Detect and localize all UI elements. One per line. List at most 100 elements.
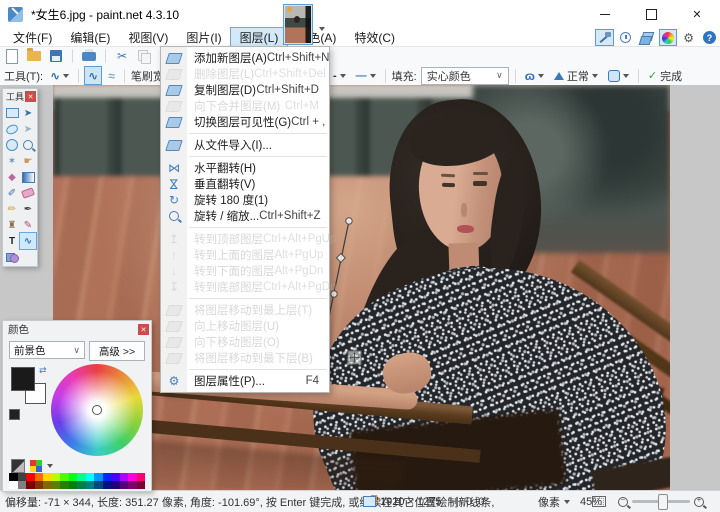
palette-swatch[interactable] xyxy=(94,473,103,481)
palette-swatch[interactable] xyxy=(137,481,146,489)
tool-paintbrush-button[interactable]: ✐ xyxy=(4,185,20,201)
line-handle-nub[interactable] xyxy=(337,254,346,263)
minimize-button[interactable] xyxy=(582,0,628,28)
menu-item-toggle-layer-visibility[interactable]: 切换图层可见性(G)Ctrl + , xyxy=(161,114,329,130)
menu-item-move-layer-to-top[interactable]: 将图层移动到最上层(T) xyxy=(161,302,329,318)
color-mode-select[interactable]: 前景色 ∨ xyxy=(9,341,85,359)
menubar-item-5[interactable]: 图层(L) xyxy=(231,28,288,46)
bezier-mode-button[interactable]: ≈ xyxy=(105,67,118,84)
swap-colors-icon[interactable]: ⇄ xyxy=(39,365,47,376)
menu-item-go-to-layer-below[interactable]: ↓转到下面的图层Alt+PgDn xyxy=(161,263,329,279)
palette-swatch[interactable] xyxy=(137,473,146,481)
add-color-icon[interactable] xyxy=(11,459,25,473)
color-wheel-selector[interactable] xyxy=(92,405,102,415)
spline-mode-button[interactable]: ∿ xyxy=(85,67,101,84)
tool-rectangle-select-button[interactable] xyxy=(4,105,20,121)
tool-ellipse-select-button[interactable] xyxy=(4,137,20,153)
settings-button[interactable]: ⚙ xyxy=(681,30,696,45)
palette-swatch[interactable] xyxy=(60,473,69,481)
menubar-item-7[interactable]: 特效(C) xyxy=(345,28,404,46)
current-tool-button[interactable]: ∿ xyxy=(47,67,72,84)
palette-swatch[interactable] xyxy=(111,473,120,481)
antialias-button[interactable] xyxy=(605,67,632,84)
palette-swatch[interactable] xyxy=(103,481,112,489)
move-gizmo-icon[interactable] xyxy=(348,351,361,364)
image-tab[interactable]: ✱ xyxy=(283,4,313,45)
menu-item-layer-properties[interactable]: ⚙图层属性(P)...F4 xyxy=(161,373,329,389)
tool-color-picker-button[interactable]: ✒ xyxy=(20,201,36,217)
palette-swatch[interactable] xyxy=(35,473,44,481)
close-icon[interactable]: ✕ xyxy=(25,91,36,102)
palette-swatch[interactable] xyxy=(9,481,18,489)
print-button[interactable] xyxy=(81,48,97,64)
menubar-item-3[interactable]: 视图(V) xyxy=(119,28,177,46)
dash-style-button[interactable]: — xyxy=(353,67,379,84)
zoom-slider[interactable] xyxy=(632,500,690,503)
menu-item-flip-horizontal[interactable]: ⋈水平翻转(H) xyxy=(161,160,329,176)
tool-lasso-select-button[interactable] xyxy=(4,121,20,137)
open-folder-button[interactable] xyxy=(26,48,42,64)
zoom-slider-thumb[interactable] xyxy=(658,494,668,510)
menubar-item-2[interactable]: 编辑(E) xyxy=(61,28,119,46)
palette-swatch[interactable] xyxy=(26,481,35,489)
tool-pencil-button[interactable]: ✏ xyxy=(4,201,20,217)
tool-line-curve-button[interactable]: ∿ xyxy=(20,233,36,249)
palette-swatch[interactable] xyxy=(86,481,95,489)
close-icon[interactable]: ✕ xyxy=(138,324,149,335)
palette-swatch[interactable] xyxy=(128,473,137,481)
advanced-button[interactable]: 高级 >> xyxy=(89,341,145,361)
tool-paint-bucket-button[interactable]: ◆ xyxy=(4,169,20,185)
palette-swatch[interactable] xyxy=(77,473,86,481)
help-button[interactable]: ? xyxy=(701,30,718,45)
menubar-item-4[interactable]: 图片(I) xyxy=(177,28,230,46)
palette-swatch[interactable] xyxy=(128,481,137,489)
menu-item-merge-layer-down[interactable]: 向下合并图层(M)Ctrl+M xyxy=(161,98,329,114)
zoom-in-icon[interactable]: + xyxy=(694,497,704,507)
palette-grid-icon[interactable] xyxy=(30,460,42,472)
line-handle-start[interactable] xyxy=(346,218,352,224)
blend-mode-button[interactable]: 正常 xyxy=(551,67,601,84)
palette-swatch[interactable] xyxy=(26,473,35,481)
tool-recolor-button[interactable]: ✎ xyxy=(20,217,36,233)
palette-swatch[interactable] xyxy=(60,481,69,489)
fill-style-select[interactable]: 实心颜色 ∨ xyxy=(421,67,509,85)
layers-window-toggle-button[interactable] xyxy=(638,30,655,45)
palette-swatch[interactable] xyxy=(77,481,86,489)
history-window-toggle-button[interactable] xyxy=(618,30,633,45)
palette-swatch[interactable] xyxy=(120,481,129,489)
palette-swatch[interactable] xyxy=(120,473,129,481)
gradient-mode-button[interactable]: ɷ xyxy=(522,67,547,84)
palette-swatch[interactable] xyxy=(18,481,27,489)
finish-button[interactable]: ✓完成 xyxy=(645,67,685,84)
chevron-down-icon[interactable] xyxy=(47,464,53,468)
palette-swatch[interactable] xyxy=(18,473,27,481)
foreground-color-swatch[interactable] xyxy=(11,367,35,391)
palette-swatch[interactable] xyxy=(43,473,52,481)
palette-swatch[interactable] xyxy=(52,473,61,481)
menu-item-move-layer-down[interactable]: 向下移动图层(O) xyxy=(161,334,329,350)
tool-pan-button[interactable]: ☛ xyxy=(20,153,36,169)
menu-item-go-to-bottom-layer[interactable]: ↧转到底部图层Ctrl+Alt+PgDn xyxy=(161,279,329,295)
image-list-chevron-icon[interactable] xyxy=(319,27,325,31)
palette-swatch[interactable] xyxy=(111,481,120,489)
copy-button[interactable] xyxy=(136,48,152,64)
menu-item-move-layer-to-bottom[interactable]: 将图层移动到最下层(B) xyxy=(161,350,329,366)
menu-item-add-new-layer[interactable]: 添加新图层(A)Ctrl+Shift+N xyxy=(161,50,329,66)
cut-button[interactable]: ✂ xyxy=(114,48,130,64)
palette-swatch[interactable] xyxy=(52,481,61,489)
menu-item-rotate-180[interactable]: ↻旋转 180 度(1) xyxy=(161,192,329,208)
zoom-out-icon[interactable]: − xyxy=(618,497,628,507)
tool-zoom-button[interactable] xyxy=(20,137,36,153)
palette-swatch[interactable] xyxy=(9,473,18,481)
menu-item-duplicate-layer[interactable]: 复制图层(D)Ctrl+Shift+D xyxy=(161,82,329,98)
palette-swatch[interactable] xyxy=(94,481,103,489)
tool-move-selection-button[interactable]: ➤ xyxy=(20,121,36,137)
menu-item-delete-layer[interactable]: 删除图层(L)Ctrl+Shift+Del xyxy=(161,66,329,82)
palette-swatch[interactable] xyxy=(43,481,52,489)
menu-item-go-to-layer-above[interactable]: ↑转到上面的图层Alt+PgUp xyxy=(161,247,329,263)
palette-swatch[interactable] xyxy=(69,473,78,481)
tool-clone-stamp-button[interactable]: ♜ xyxy=(4,217,20,233)
maximize-button[interactable] xyxy=(628,0,674,28)
palette-swatch[interactable] xyxy=(35,481,44,489)
close-button[interactable]: ✕ xyxy=(674,0,720,28)
